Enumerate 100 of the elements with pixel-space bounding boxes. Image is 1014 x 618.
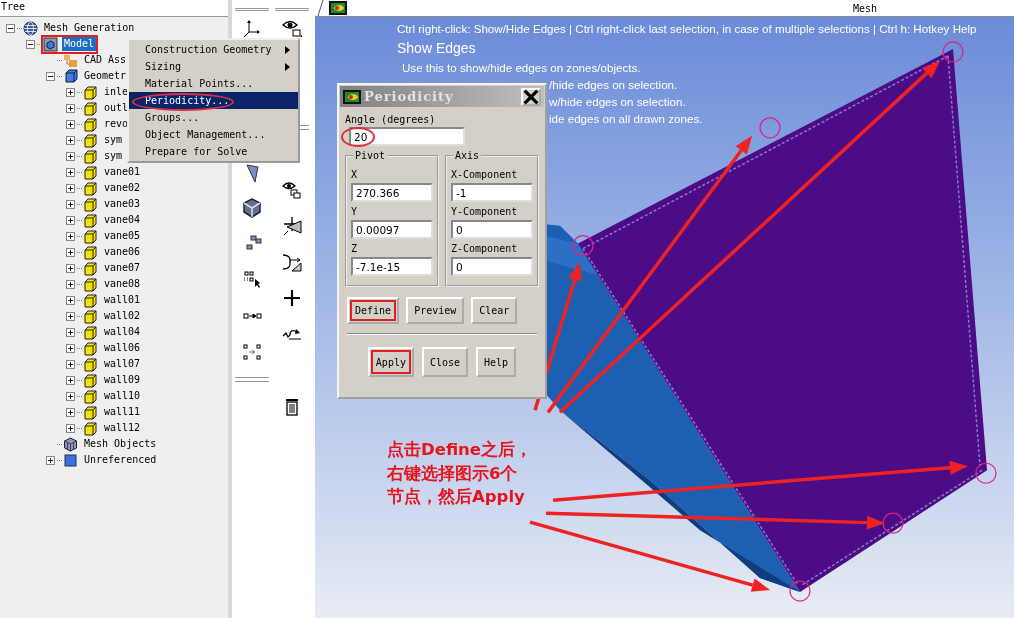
expand-icon[interactable] (66, 247, 75, 257)
close-button[interactable] (521, 87, 541, 106)
input-field[interactable]: -1 (451, 183, 533, 202)
expand-icon[interactable] (66, 343, 75, 353)
tree-item[interactable]: vane02 (102, 181, 143, 195)
cube-icon (83, 388, 98, 404)
dialog-button[interactable]: Preview (406, 297, 465, 324)
tree-item[interactable]: vane07 (102, 261, 143, 275)
expand-icon[interactable] (66, 135, 75, 145)
input-field[interactable]: 0.00097 (351, 220, 433, 239)
tree-item[interactable]: wall12 (102, 421, 143, 435)
cube-icon (83, 404, 98, 420)
tree-item[interactable]: vane06 (102, 245, 143, 259)
expand-icon[interactable] (66, 231, 75, 241)
plus-icon[interactable] (281, 287, 303, 309)
expand-icon[interactable] (66, 119, 75, 129)
eye-icon[interactable] (281, 179, 303, 201)
tree-item[interactable]: wall04 (102, 325, 143, 339)
tree-item[interactable]: sym (102, 149, 125, 163)
tree-item[interactable]: Unreferenced (82, 453, 159, 467)
cube-icon (83, 292, 98, 308)
tree-item[interactable]: CAD Ass (82, 53, 129, 67)
tree-item[interactable]: wall02 (102, 309, 143, 323)
expand-icon[interactable] (66, 327, 75, 337)
tree-item[interactable]: wall10 (102, 389, 143, 403)
viewport-title: Mesh (852, 2, 877, 14)
tree-item[interactable]: vane04 (102, 213, 143, 227)
expand-icon[interactable] (66, 295, 75, 305)
tree-item[interactable]: wall07 (102, 357, 143, 371)
dialog-button[interactable]: Help (476, 347, 517, 377)
model-icon (43, 36, 58, 52)
dialog-button[interactable]: Close (421, 347, 469, 377)
collapse-icon[interactable] (46, 71, 55, 81)
tree-item[interactable]: Mesh Generation (42, 21, 137, 35)
input-field[interactable]: 0 (451, 220, 533, 239)
hint-text: /hide edges on selection. (549, 77, 678, 93)
tree-item[interactable]: sym (102, 133, 125, 147)
expand-icon[interactable] (66, 87, 75, 97)
expand-icon[interactable] (66, 359, 75, 369)
expand-icon[interactable] (66, 167, 75, 177)
tree-item[interactable]: wall09 (102, 373, 143, 387)
dialog-button[interactable]: Define (347, 297, 400, 324)
menu-item[interactable]: Periodicity... (129, 92, 298, 109)
mesh-cube-icon (63, 436, 78, 452)
tree-item[interactable]: vane08 (102, 277, 143, 291)
menu-item[interactable]: Groups... (129, 109, 298, 126)
plane-cut-icon[interactable] (281, 215, 303, 237)
field-label: Angle (degrees) (345, 113, 437, 127)
tree-item[interactable]: Geometr (82, 69, 129, 83)
cube-icon (83, 356, 98, 372)
tree-item[interactable]: vane03 (102, 197, 143, 211)
menu-item[interactable]: Object Management... (129, 126, 298, 143)
menu-item[interactable]: Sizing (129, 58, 298, 75)
input-field[interactable]: 270.366 (351, 183, 433, 202)
panel-title: Tree (0, 0, 228, 17)
tree-item[interactable]: wall01 (102, 293, 143, 307)
field-label: Z (351, 242, 359, 256)
tree-item[interactable]: Model (62, 37, 97, 51)
expand-icon[interactable] (66, 279, 75, 289)
distribute-icon[interactable] (241, 341, 263, 363)
select-icon[interactable] (241, 269, 263, 291)
cube-icon (83, 260, 98, 276)
input-field[interactable]: 0 (451, 257, 533, 276)
expand-icon[interactable] (66, 391, 75, 401)
menu-item[interactable]: Construction Geometry (129, 41, 298, 58)
collapse-icon[interactable] (6, 23, 15, 33)
expand-icon[interactable] (66, 215, 75, 225)
tree-item[interactable]: Mesh Objects (82, 437, 159, 451)
menu-item[interactable]: Material Points... (129, 75, 298, 92)
cube-icon (83, 228, 98, 244)
tree-item[interactable]: vane01 (102, 165, 143, 179)
expand-icon[interactable] (66, 199, 75, 209)
input-field[interactable]: -7.1e-15 (351, 257, 433, 276)
expand-icon[interactable] (66, 103, 75, 113)
expand-icon[interactable] (46, 455, 55, 465)
tree-item[interactable]: wall06 (102, 341, 143, 355)
globe-icon (23, 20, 38, 36)
dialog-button[interactable]: Clear (471, 297, 518, 324)
tree-item[interactable]: wall11 (102, 405, 143, 419)
app-icon (329, 1, 347, 15)
expand-icon[interactable] (66, 183, 75, 193)
expand-icon[interactable] (66, 375, 75, 385)
expand-icon[interactable] (66, 151, 75, 161)
hint-text: Use this to show/hide edges on zones/objects. (402, 60, 641, 76)
dialog-button[interactable]: Apply (367, 347, 414, 377)
tree-item[interactable]: revo (102, 117, 131, 131)
curve-plane-icon[interactable] (281, 251, 303, 273)
menu-item[interactable]: Prepare for Solve (129, 143, 298, 160)
expand-icon[interactable] (66, 423, 75, 433)
angle-field[interactable]: 20 (349, 127, 465, 146)
expand-icon[interactable] (66, 407, 75, 417)
expand-icon[interactable] (66, 263, 75, 273)
collapse-icon[interactable] (26, 39, 35, 49)
tree-item[interactable]: vane05 (102, 229, 143, 243)
cube-icon[interactable] (241, 197, 263, 219)
expand-icon[interactable] (66, 311, 75, 321)
hint-title: Show Edges (397, 39, 476, 58)
tree-item[interactable]: inle (102, 85, 131, 99)
tree-item[interactable]: outl (102, 101, 131, 115)
cube-icon (83, 308, 98, 324)
